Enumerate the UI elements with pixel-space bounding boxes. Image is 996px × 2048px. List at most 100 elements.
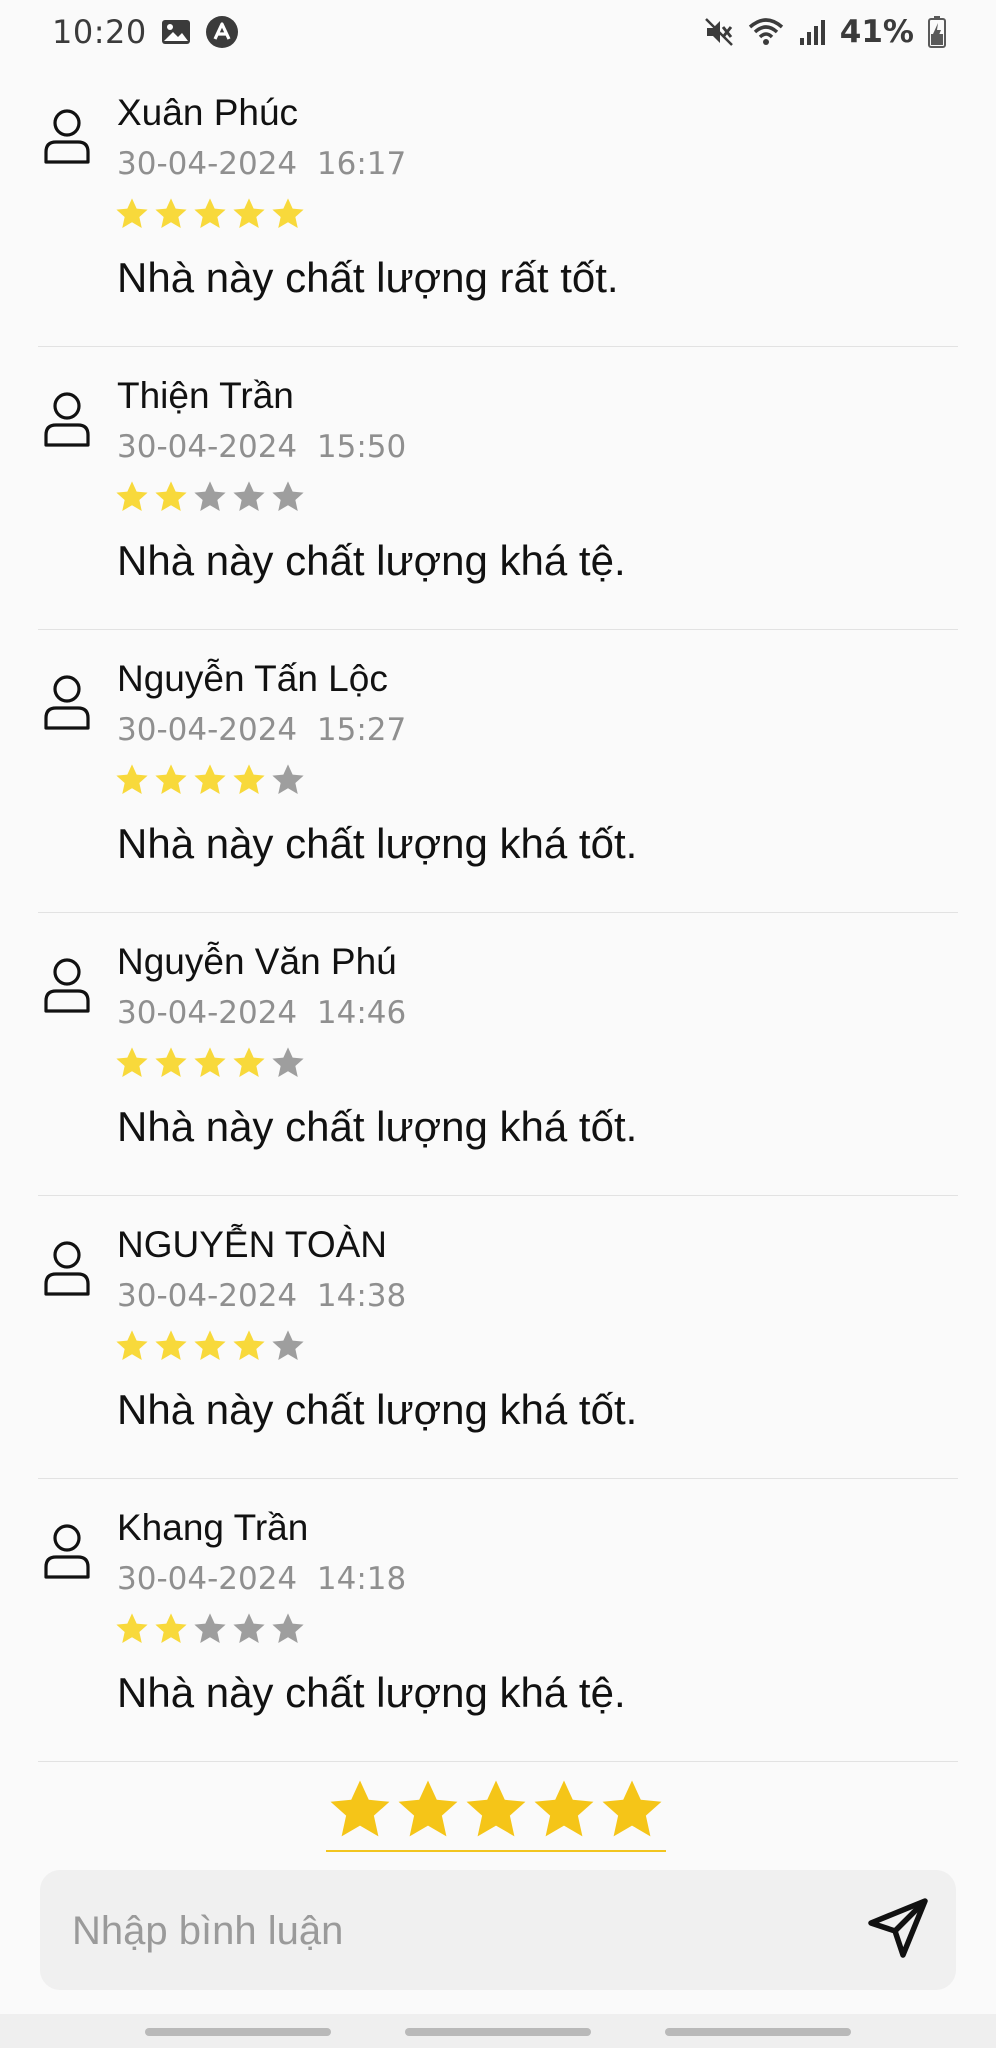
review-text: Nhà này chất lượng khá tệ. (117, 1669, 626, 1716)
star-filled-icon (194, 1330, 226, 1360)
review-time: 15:50 (316, 429, 407, 465)
mute-icon (704, 17, 734, 47)
reviewer-name: Nguyễn Tấn Lộc (117, 658, 388, 699)
star-empty-icon (272, 481, 304, 511)
star-filled-icon (194, 198, 226, 228)
comment-input[interactable] (70, 1870, 834, 1992)
review-date: 30-04-2024 (117, 712, 298, 748)
reviewer-name: NGUYỄN TOÀN (117, 1224, 388, 1265)
star-filled-icon (155, 1047, 187, 1077)
review-item: Xuân Phúc 30-04-2024 16:17 Nhà này chất lư… (38, 64, 958, 347)
star-filled-icon (155, 481, 187, 511)
star-filled-icon (116, 1330, 148, 1360)
review-rating (114, 1328, 306, 1364)
review-time: 14:38 (316, 1278, 407, 1314)
user-avatar-icon (42, 672, 92, 732)
reviewer-name: Xuân Phúc (117, 92, 299, 133)
rating-star-3[interactable] (462, 1776, 530, 1844)
star-filled-icon (155, 764, 187, 794)
battery-percent: 41% (839, 14, 914, 50)
send-icon (865, 1895, 931, 1966)
star-filled-icon (116, 764, 148, 794)
review-item: Khang Trần 30-04-2024 14:18 Nhà này chất l… (38, 1479, 958, 1762)
battery-icon (928, 16, 946, 48)
review-datetime: 30-04-2024 14:18 (117, 1561, 406, 1597)
star-filled-icon (233, 1330, 265, 1360)
star-filled-icon (233, 1047, 265, 1077)
review-datetime: 30-04-2024 14:46 (117, 995, 406, 1031)
review-rating (114, 1045, 306, 1081)
app-notification-icon (205, 15, 239, 49)
review-item: Nguyễn Văn Phú 30-04-2024 14:46 Nhà này ch… (38, 913, 958, 1196)
star-filled-icon (116, 198, 148, 228)
review-text: Nhà này chất lượng khá tốt. (117, 820, 638, 867)
status-time: 10:20 (52, 13, 147, 51)
review-datetime: 30-04-2024 14:38 (117, 1278, 406, 1314)
user-avatar-icon (42, 106, 92, 166)
reviewer-name: Thiện Trần (117, 375, 294, 416)
review-datetime: 30-04-2024 16:17 (117, 146, 406, 182)
star-empty-icon (272, 1047, 304, 1077)
review-rating (114, 762, 306, 798)
rating-star-4[interactable] (530, 1776, 598, 1844)
star-filled-icon (116, 481, 148, 511)
review-rating (114, 479, 306, 515)
user-avatar-icon (42, 955, 92, 1015)
review-text: Nhà này chất lượng khá tốt. (117, 1386, 638, 1433)
review-item: Thiện Trần 30-04-2024 15:50 Nhà này chất l… (38, 347, 958, 630)
star-empty-icon (272, 764, 304, 794)
star-empty-icon (233, 481, 265, 511)
star-empty-icon (194, 481, 226, 511)
star-filled-icon (155, 1330, 187, 1360)
user-avatar-icon (42, 1521, 92, 1581)
rating-input[interactable] (326, 1776, 666, 1852)
user-avatar-icon (42, 1238, 92, 1298)
star-filled-icon (155, 198, 187, 228)
review-time: 14:18 (316, 1561, 407, 1597)
nav-back-button[interactable] (665, 2028, 851, 2036)
reviewer-name: Nguyễn Văn Phú (117, 941, 397, 982)
review-time: 15:27 (316, 712, 407, 748)
review-datetime: 30-04-2024 15:50 (117, 429, 406, 465)
review-item: NGUYỄN TOÀN 30-04-2024 14:38 Nhà này chất … (38, 1196, 958, 1479)
star-filled-icon (194, 764, 226, 794)
star-empty-icon (272, 1613, 304, 1643)
rating-star-5[interactable] (598, 1776, 666, 1844)
comment-bar (40, 1870, 956, 1992)
review-date: 30-04-2024 (117, 1278, 298, 1314)
review-text: Nhà này chất lượng rất tốt. (117, 254, 619, 301)
star-filled-icon (272, 198, 304, 228)
review-item: Nguyễn Tấn Lộc 30-04-2024 15:27 Nhà này ch… (38, 630, 958, 913)
star-filled-icon (155, 1613, 187, 1643)
star-empty-icon (194, 1613, 226, 1643)
status-bar: 10:20 41% (0, 0, 996, 64)
navigation-bar (0, 2014, 996, 2048)
review-datetime: 30-04-2024 15:27 (117, 712, 406, 748)
star-empty-icon (233, 1613, 265, 1643)
nav-home-button[interactable] (405, 2028, 591, 2036)
review-time: 14:46 (316, 995, 407, 1031)
star-filled-icon (233, 764, 265, 794)
review-date: 30-04-2024 (117, 146, 298, 182)
wifi-icon (748, 17, 784, 47)
star-filled-icon (116, 1047, 148, 1077)
nav-recents-button[interactable] (145, 2028, 331, 2036)
review-date: 30-04-2024 (117, 995, 298, 1031)
reviewer-name: Khang Trần (117, 1507, 309, 1548)
user-avatar-icon (42, 389, 92, 449)
review-rating (114, 196, 306, 232)
star-filled-icon (233, 198, 265, 228)
star-filled-icon (194, 1047, 226, 1077)
gallery-icon (161, 19, 191, 45)
star-filled-icon (116, 1613, 148, 1643)
rating-star-2[interactable] (394, 1776, 462, 1844)
reviews-list: Xuân Phúc 30-04-2024 16:17 Nhà này chất lư… (0, 64, 996, 1762)
review-text: Nhà này chất lượng khá tốt. (117, 1103, 638, 1150)
signal-icon (798, 18, 826, 46)
rating-star-1[interactable] (326, 1776, 394, 1844)
send-button[interactable] (860, 1892, 936, 1968)
review-date: 30-04-2024 (117, 1561, 298, 1597)
review-rating (114, 1611, 306, 1647)
review-time: 16:17 (316, 146, 407, 182)
review-date: 30-04-2024 (117, 429, 298, 465)
